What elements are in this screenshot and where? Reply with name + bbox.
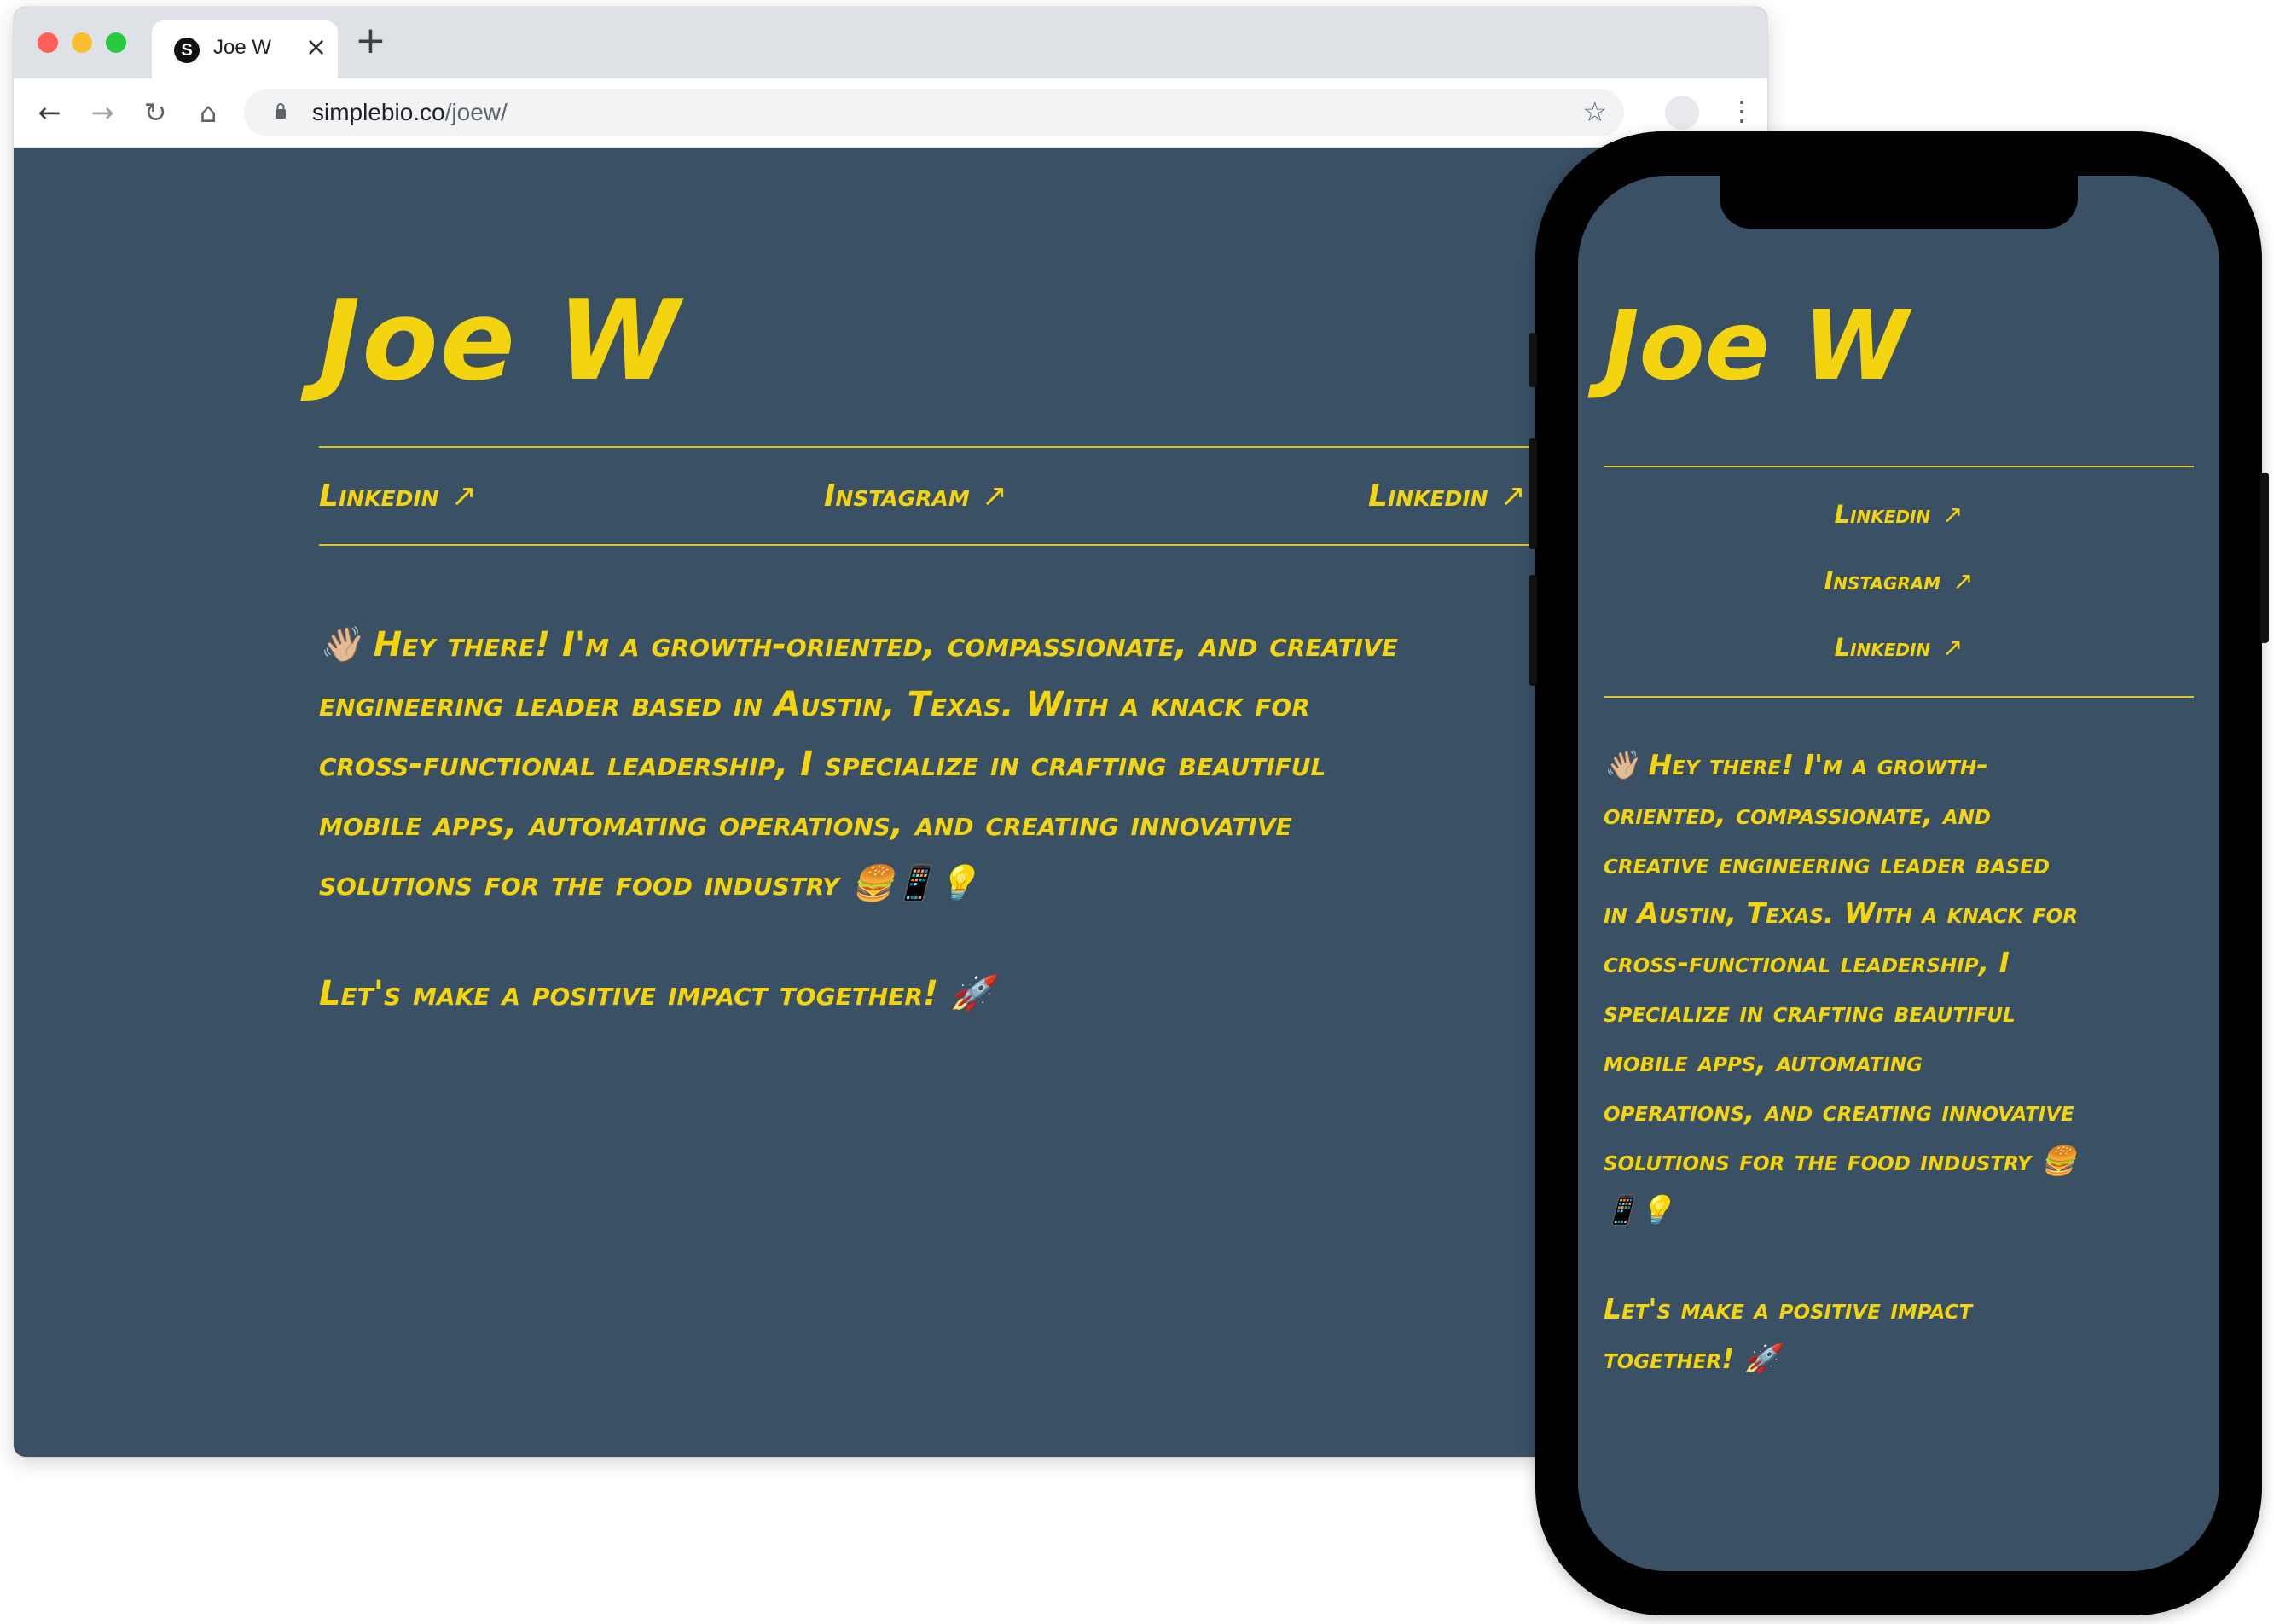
url-path: /joew/ — [444, 99, 508, 125]
bookmark-star-icon[interactable]: ☆ — [1582, 96, 1607, 128]
browser-toolbar: ← → ↻ ⌂ simplebio.co/joew/ ☆ ⋮ — [14, 78, 1767, 148]
phone-notch — [1720, 176, 2078, 229]
tab-strip: S Joe W × + — [14, 7, 1767, 78]
link-linkedin[interactable]: Linkedin ↗ — [319, 478, 477, 513]
link-linkedin-2[interactable]: Linkedin ↗ — [1578, 633, 2219, 662]
power-button — [2260, 473, 2269, 643]
link-instagram[interactable]: Instagram ↗ — [1578, 566, 2219, 595]
lock-icon — [276, 103, 286, 119]
external-link-arrow-icon: ↗ — [1942, 500, 1964, 529]
tab-title: Joe W — [213, 36, 272, 59]
external-link-arrow-icon: ↗ — [450, 478, 477, 513]
volume-down-button — [1529, 575, 1537, 686]
external-link-arrow-icon: ↗ — [1500, 478, 1526, 513]
link-instagram[interactable]: Instagram ↗ — [824, 478, 1007, 513]
browser-window: S Joe W × + ← → ↻ ⌂ simplebio.co/joew/ ☆… — [14, 7, 1767, 1457]
url-text: simplebio.co/joew/ — [312, 99, 508, 126]
simplebio-favicon-icon: S — [174, 38, 200, 63]
bio-page-desktop: Joe W Linkedin ↗ Instagram ↗ Linkedin ↗ 👋🏼 … — [14, 148, 1767, 1457]
screenshot-stage: S Joe W × + ← → ↻ ⌂ simplebio.co/joew/ ☆… — [0, 0, 2274, 1624]
profile-name-heading: Joe W — [319, 276, 682, 405]
call-to-action-text: Let's make a positive impact together! 🚀 — [319, 974, 993, 1013]
back-arrow-icon[interactable]: ← — [31, 94, 68, 131]
link-linkedin-2[interactable]: Linkedin ↗ — [1368, 478, 1526, 513]
link-label: Linkedin — [1368, 478, 1488, 513]
link-label: Linkedin — [319, 478, 439, 513]
tab-joe-w[interactable]: S Joe W × — [152, 20, 338, 78]
profile-avatar-icon[interactable] — [1665, 96, 1699, 130]
close-window-icon[interactable] — [38, 32, 58, 53]
bio-page-mobile: Joe W Linkedin ↗ Instagram ↗ Linkedin ↗ 👋🏼 … — [1578, 176, 2219, 1571]
mute-switch — [1529, 333, 1537, 387]
browser-menu-icon[interactable]: ⋮ — [1728, 92, 1755, 130]
minimize-window-icon[interactable] — [72, 32, 92, 53]
link-label: Linkedin — [1834, 633, 1931, 662]
links-divider-bottom — [1604, 696, 2194, 698]
external-link-arrow-icon: ↗ — [981, 478, 1007, 513]
link-label: Instagram — [824, 478, 970, 513]
phone-frame: Joe W Linkedin ↗ Instagram ↗ Linkedin ↗ 👋🏼 … — [1529, 131, 2269, 1615]
close-tab-icon[interactable]: × — [305, 32, 327, 62]
volume-up-button — [1529, 438, 1537, 549]
forward-arrow-icon[interactable]: → — [84, 94, 121, 131]
bio-text: 👋🏼 Hey there! I'm a growth- oriented, co… — [1604, 748, 2078, 1227]
link-label: Instagram — [1824, 566, 1941, 595]
address-bar[interactable]: simplebio.co/joew/ ☆ — [244, 89, 1624, 136]
reload-icon[interactable]: ↻ — [136, 94, 174, 131]
home-icon[interactable]: ⌂ — [189, 94, 227, 131]
new-tab-icon[interactable]: + — [355, 22, 386, 60]
call-to-action-text: Let's make a positive impact together! 🚀 — [1604, 1292, 1973, 1375]
external-link-arrow-icon: ↗ — [1952, 566, 1974, 595]
link-linkedin[interactable]: Linkedin ↗ — [1578, 500, 2219, 529]
url-domain: simplebio.co — [312, 99, 445, 125]
links-divider-top — [1604, 466, 2194, 467]
link-label: Linkedin — [1834, 500, 1931, 529]
external-link-arrow-icon: ↗ — [1942, 633, 1964, 662]
maximize-window-icon[interactable] — [106, 32, 126, 53]
profile-name-heading: Joe W — [1604, 291, 1909, 402]
